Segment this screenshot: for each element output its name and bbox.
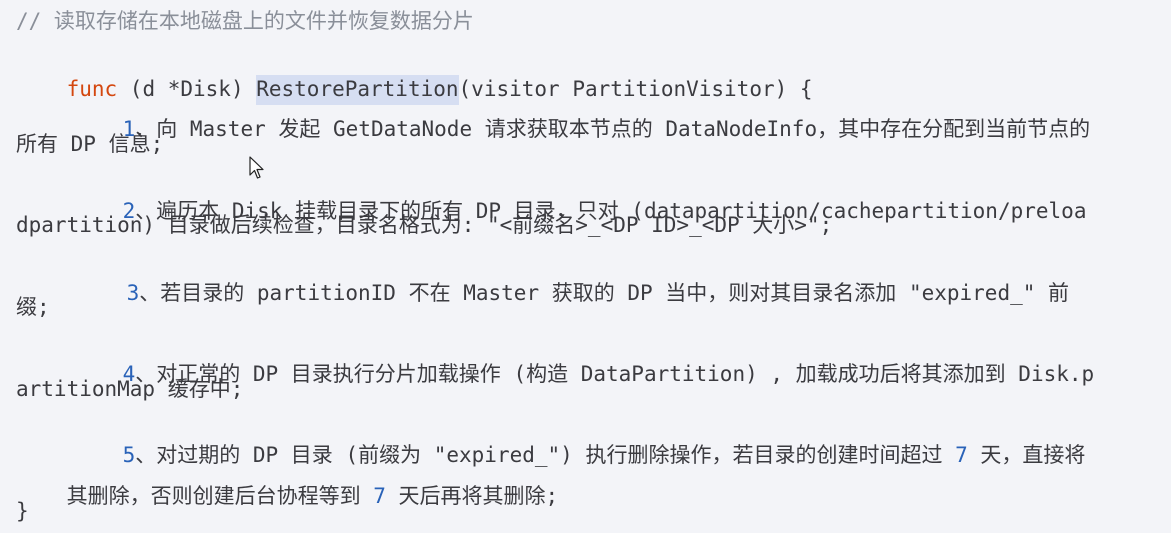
step-text: 、对正常的 DP 目录执行分片加载操作 (构造 DataPartition) ,…	[135, 362, 1095, 386]
step-text: 其删除，否则创建后台协程等到	[66, 484, 374, 508]
days-number: 7	[373, 484, 386, 508]
days-number: 7	[955, 443, 968, 467]
step-1-continuation: 所有 DP 信息;	[16, 132, 164, 156]
func-signature-line: func (d *Disk) RestorePartition(visitor …	[16, 50, 813, 105]
step-number: 3	[126, 281, 140, 305]
closing-brace: }	[16, 499, 29, 523]
code-comment: // 读取存储在本地磁盘上的文件并恢复数据分片	[16, 9, 474, 33]
step-5-continuation: 其删除，否则创建后台协程等到 7 天后再将其删除;	[16, 457, 559, 508]
mouse-pointer-icon	[249, 156, 264, 179]
step-2-continuation: dpartition) 目录做后续检查，目录名格式为: "<前缀名>_<DP I…	[16, 213, 833, 237]
step-text: 、向 Master 发起 GetDataNode 请求获取本节点的 DataNo…	[135, 117, 1091, 141]
step-4-continuation: artitionMap 缓存中;	[16, 377, 244, 401]
code-editor[interactable]: // 读取存储在本地磁盘上的文件并恢复数据分片 func (d *Disk) R…	[0, 0, 1171, 533]
step-4-line: 4、对正常的 DP 目录执行分片加载操作 (构造 DataPartition) …	[72, 335, 1095, 386]
step-2-line: 2、遍历本 Disk 挂载目录下的所有 DP 目录，只对 (datapartit…	[72, 172, 1087, 223]
step-3-line: 3、若目录的 partitionID 不在 Master 获取的 DP 当中，则…	[76, 254, 1069, 305]
step-1-line: 1、向 Master 发起 GetDataNode 请求获取本节点的 DataN…	[72, 90, 1091, 141]
step-text-end: 天后再将其删除;	[385, 484, 559, 508]
step-text-end: 天，直接将	[967, 443, 1086, 467]
step-5-line: 5、对过期的 DP 目录 (前缀为 "expired_") 执行删除操作，若目录…	[72, 416, 1086, 467]
step-3-continuation: 缀;	[16, 295, 50, 319]
step-text: 、若目录的 partitionID 不在 Master 获取的 DP 当中，则对…	[139, 281, 1070, 305]
